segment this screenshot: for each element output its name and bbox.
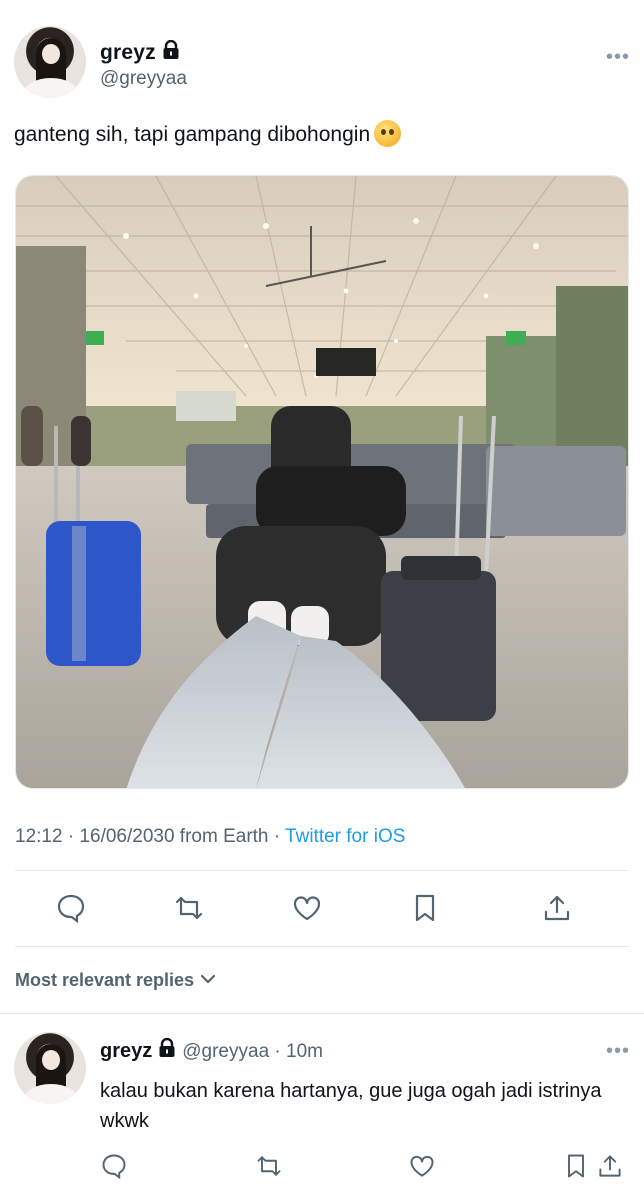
divider: [15, 946, 629, 947]
author-display-name-text: greyz: [100, 41, 156, 64]
share-icon[interactable]: [596, 1152, 624, 1180]
tweet-timestamp: 12:12 · 16/06/2030 from Earth · Twitter …: [15, 826, 405, 848]
replies-sort-label: Most relevant replies: [15, 970, 195, 990]
reply-text: kalau bukan karena hartanya, gue juga og…: [100, 1080, 602, 1132]
tweet-source-link[interactable]: Twitter for iOS: [285, 826, 405, 847]
bookmark-icon[interactable]: [409, 892, 441, 924]
reply-header: greyz @greyyaa · 10m: [100, 1037, 323, 1064]
tweet-photo[interactable]: [15, 175, 629, 789]
tweet-detail-page: greyz @greyyaa ••• ganteng sih, tapi gam…: [0, 0, 644, 1200]
more-options-icon[interactable]: •••: [606, 46, 630, 69]
heart-icon[interactable]: [291, 892, 323, 924]
reply-author-name[interactable]: greyz: [100, 1040, 152, 1062]
reply-action-bar: [100, 1148, 630, 1188]
bookmark-icon[interactable]: [562, 1152, 590, 1180]
tweet-text: ganteng sih, tapi gampang dibohongin: [14, 120, 402, 149]
author-handle[interactable]: @greyyaa: [100, 68, 187, 90]
reply-handle-time: @greyyaa · 10m: [182, 1041, 323, 1062]
reply-more-options-icon[interactable]: •••: [606, 1040, 630, 1063]
replies-sort-dropdown[interactable]: Most relevant replies: [15, 968, 216, 991]
airport-photo-image: [16, 176, 628, 788]
speech-bubble-icon[interactable]: [55, 892, 87, 924]
reply-author-avatar[interactable]: [14, 1032, 86, 1104]
flushed-face-emoji-icon: [374, 120, 402, 147]
chevron-down-icon: [200, 968, 216, 989]
retweet-icon[interactable]: [173, 892, 205, 924]
tweet-timestamp-text: 12:12 · 16/06/2030 from Earth ·: [15, 826, 286, 847]
author-display-name[interactable]: greyz: [100, 39, 180, 66]
tweet-text-content: ganteng sih, tapi gampang dibohongin: [14, 123, 371, 146]
lock-icon: [162, 39, 180, 66]
share-icon[interactable]: [541, 892, 573, 924]
tweet-action-bar: [15, 878, 629, 938]
retweet-icon[interactable]: [255, 1152, 283, 1180]
heart-icon[interactable]: [408, 1152, 436, 1180]
author-avatar[interactable]: [14, 26, 86, 98]
reply-tweet[interactable]: greyz @greyyaa · 10m ••• kalau bukan kare…: [14, 1032, 630, 1200]
lock-icon: [158, 1037, 176, 1064]
divider: [15, 870, 629, 871]
divider: [0, 1013, 644, 1014]
tweet-header: greyz @greyyaa •••: [14, 26, 630, 102]
speech-bubble-icon[interactable]: [100, 1152, 128, 1180]
